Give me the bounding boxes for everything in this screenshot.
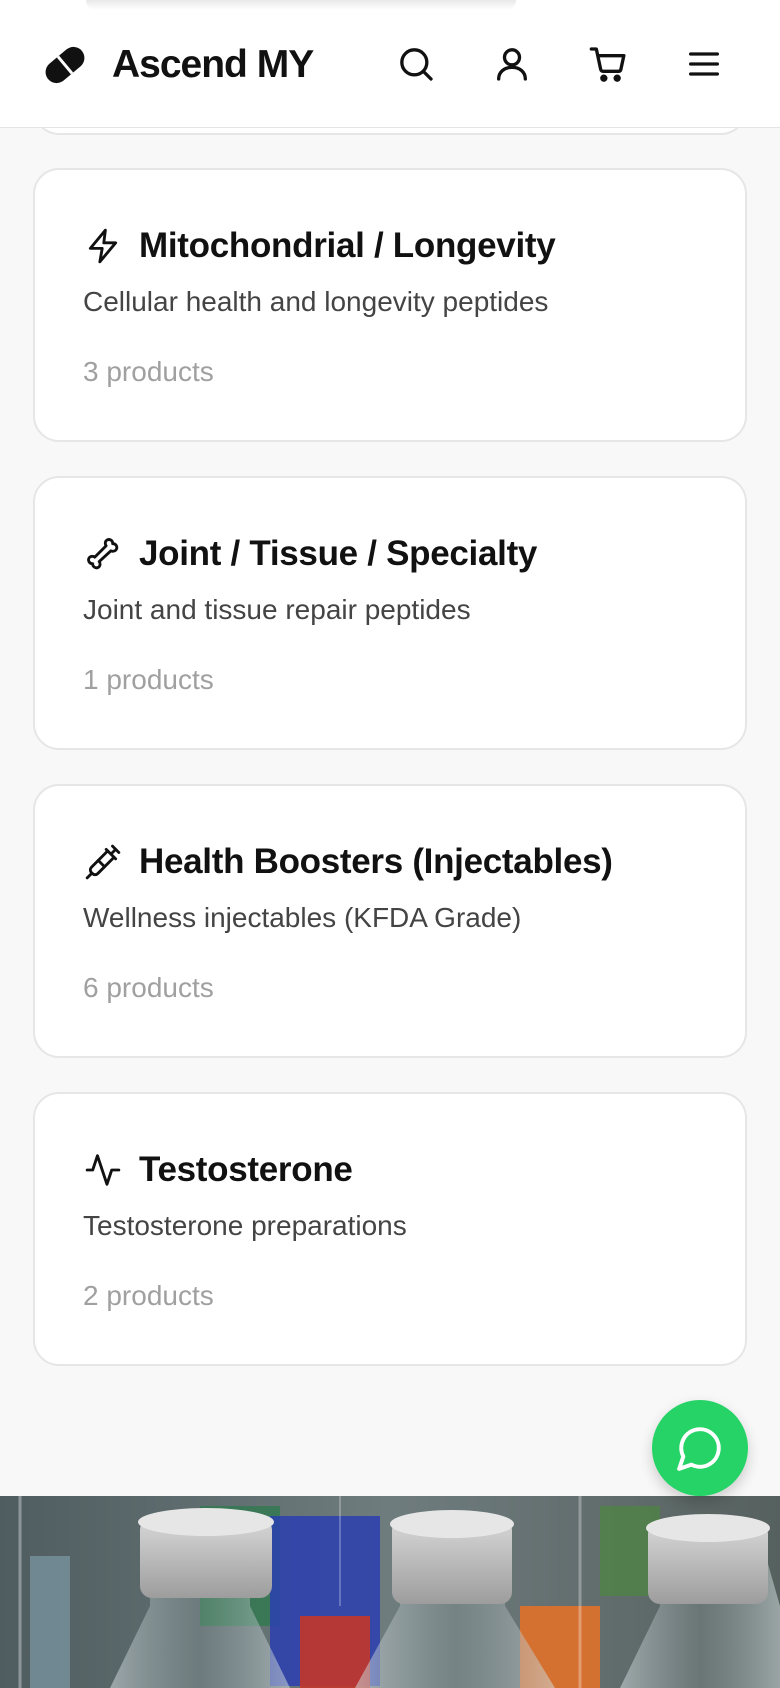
card-product-count: 3 products: [83, 356, 214, 387]
menu-icon: [689, 52, 719, 76]
chat-icon: [677, 1427, 721, 1471]
card-title: Testosterone: [139, 1150, 353, 1189]
lab-glassware-image: [0, 1496, 780, 1688]
card-title-row: Health Boosters (Injectables): [83, 842, 613, 882]
card-title-row: Testosterone: [83, 1150, 353, 1190]
account-button[interactable]: [488, 40, 536, 88]
category-card-testosterone[interactable]: Testosterone Testosterone preparations 2…: [33, 1092, 747, 1366]
cart-button[interactable]: [584, 40, 632, 88]
category-card-health-boosters[interactable]: Health Boosters (Injectables) Wellness i…: [33, 784, 747, 1058]
card-title-row: Mitochondrial / Longevity: [83, 226, 556, 266]
activity-icon: [83, 1150, 123, 1190]
card-description: Wellness injectables (KFDA Grade): [83, 902, 522, 933]
header-overlap-shadow: [86, 0, 516, 10]
card-product-count: 2 products: [83, 1280, 214, 1311]
chat-button[interactable]: [652, 1400, 748, 1496]
card-title: Joint / Tissue / Specialty: [139, 534, 538, 573]
card-title: Health Boosters (Injectables): [139, 842, 613, 881]
card-title: Mitochondrial / Longevity: [139, 226, 556, 265]
card-product-count: 6 products: [83, 972, 214, 1003]
category-card-mitochondrial[interactable]: Mitochondrial / Longevity Cellular healt…: [33, 168, 747, 442]
brand-logo[interactable]: Ascend MY: [40, 40, 314, 90]
user-icon: [497, 48, 527, 81]
bone-icon: [83, 534, 123, 574]
site-header: Ascend MY: [0, 0, 780, 128]
pill-icon: [40, 40, 90, 90]
category-card-joint[interactable]: Joint / Tissue / Specialty Joint and tis…: [33, 476, 747, 750]
card-description: Testosterone preparations: [83, 1210, 407, 1241]
brand-name: Ascend MY: [112, 43, 314, 86]
card-product-count: 1 products: [83, 664, 214, 695]
card-description: Joint and tissue repair peptides: [83, 594, 471, 625]
syringe-icon: [83, 842, 123, 882]
search-button[interactable]: [392, 40, 440, 88]
page: Ascend MY Mitochondrial / Longevity Cell…: [0, 0, 780, 1688]
menu-button[interactable]: [680, 40, 728, 88]
zap-icon: [83, 226, 123, 266]
search-icon: [400, 48, 433, 81]
cart-icon: [589, 47, 626, 82]
card-description: Cellular health and longevity peptides: [83, 286, 549, 317]
card-title-row: Joint / Tissue / Specialty: [83, 534, 537, 574]
